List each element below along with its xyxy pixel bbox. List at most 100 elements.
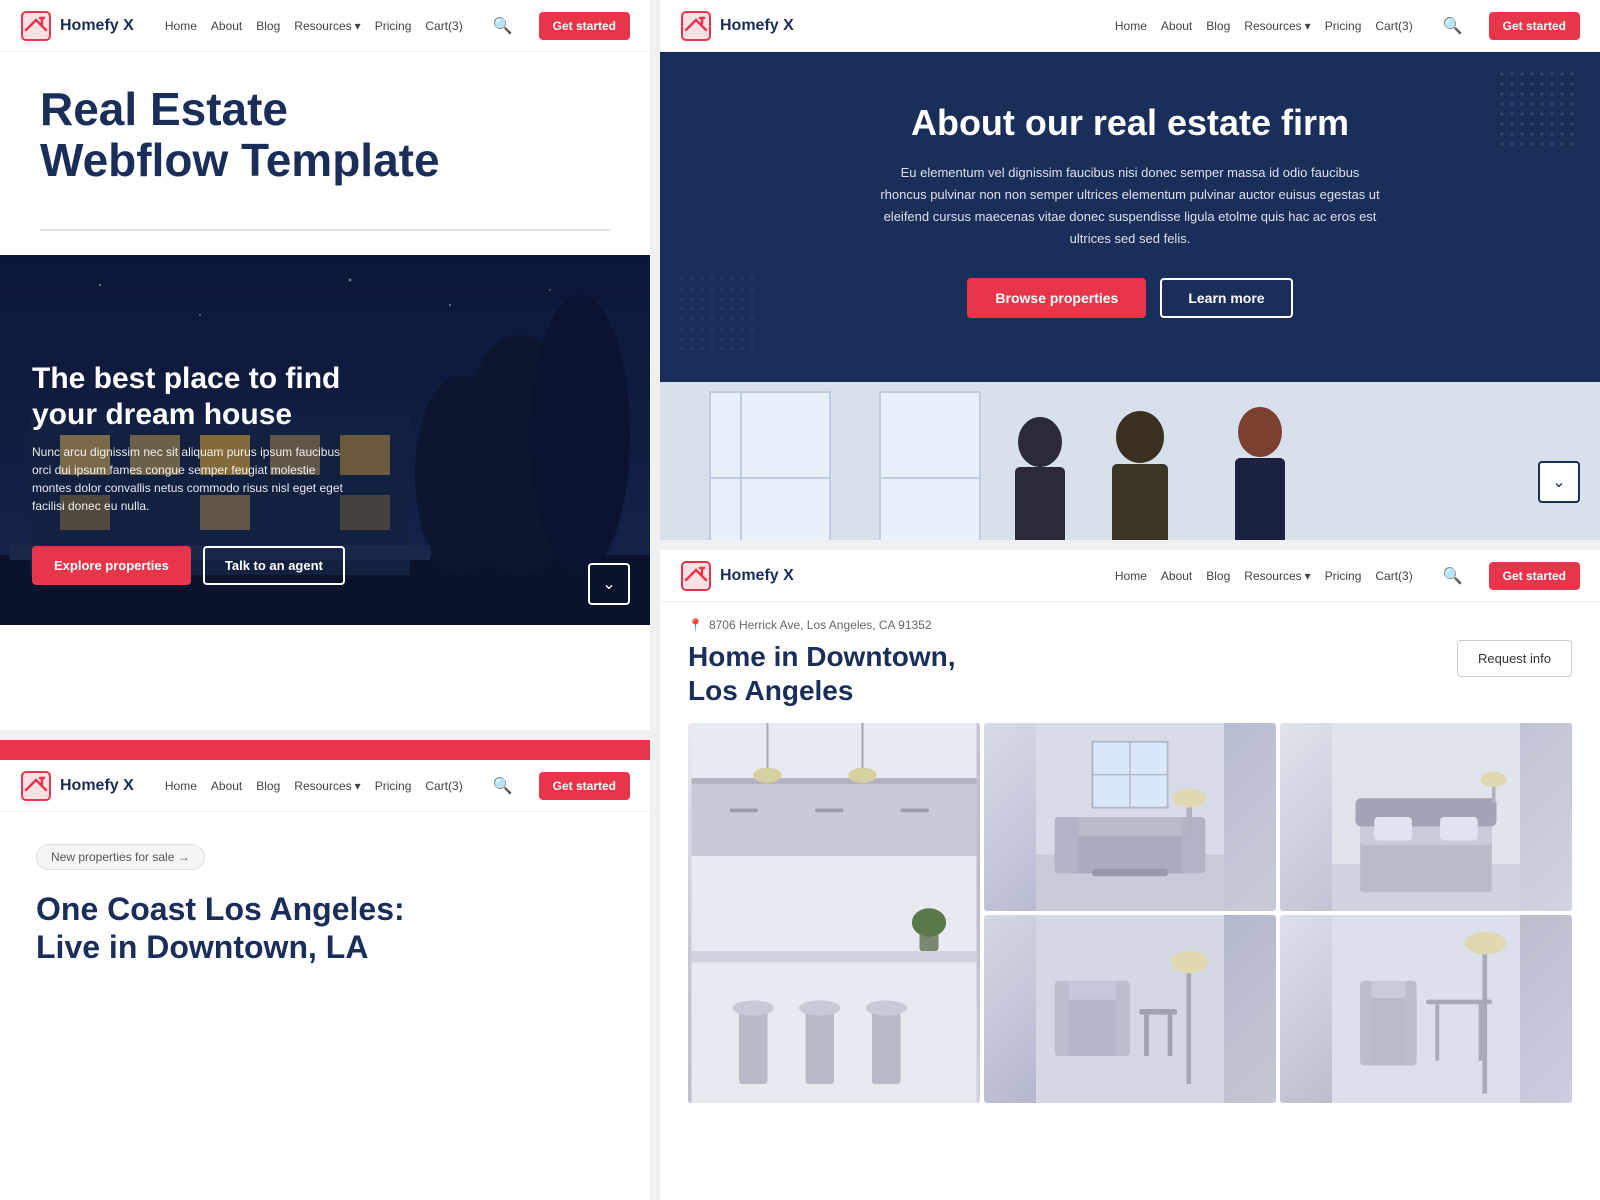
chevron-down-icon-4: ▾ <box>1305 569 1311 583</box>
explore-properties-btn[interactable]: Explore properties <box>32 546 191 585</box>
brand-name-4: Homefy X <box>720 567 794 585</box>
about-section: About our real estate firm Eu elementum … <box>660 52 1600 382</box>
property-image-bedroom[interactable] <box>1280 723 1572 911</box>
property-image-bath[interactable] <box>984 915 1276 1103</box>
get-started-btn-4[interactable]: Get started <box>1489 562 1580 590</box>
scroll-down-btn-1[interactable]: ⌄ <box>588 563 630 605</box>
nav-pricing-3[interactable]: Pricing <box>375 779 412 793</box>
hero-buttons: Explore properties Talk to an agent <box>32 546 345 585</box>
nav-about-1[interactable]: About <box>211 19 242 33</box>
nav-blog-3[interactable]: Blog <box>256 779 280 793</box>
nav-blog-1[interactable]: Blog <box>256 19 280 33</box>
hero-title-area: Real Estate Webflow Template <box>0 52 650 209</box>
property-image-living[interactable] <box>984 723 1276 911</box>
nav-about-3[interactable]: About <box>211 779 242 793</box>
logo-landing[interactable]: Homefy X <box>20 10 134 42</box>
nav-links-2: Home About Blog Resources ▾ Pricing Cart… <box>1115 12 1580 40</box>
logo-icon-4 <box>680 560 712 592</box>
search-icon-4[interactable]: 🔍 <box>1443 566 1463 586</box>
nav-home-1[interactable]: Home <box>165 19 197 33</box>
nav-about-4[interactable]: About <box>1161 569 1192 583</box>
brand-name-1: Homefy X <box>60 17 134 35</box>
logo-detail[interactable]: Homefy X <box>680 560 794 592</box>
new-properties-tag[interactable]: New properties for sale → <box>36 844 205 870</box>
dining-svg <box>1280 915 1572 1103</box>
title-divider <box>40 229 610 231</box>
panel-property-detail: Homefy X Home About Blog Resources ▾ Pri… <box>660 550 1600 1200</box>
learn-more-btn[interactable]: Learn more <box>1160 278 1292 318</box>
living-svg <box>984 723 1276 911</box>
nav-listing: Homefy X Home About Blog Resources ▾ Pri… <box>0 760 650 812</box>
nav-home-2[interactable]: Home <box>1115 19 1147 33</box>
nav-resources-2[interactable]: Resources ▾ <box>1244 19 1310 33</box>
nav-cart-4[interactable]: Cart(3) <box>1375 569 1412 583</box>
hero-image: The best place to find your dream house … <box>0 255 650 625</box>
property-image-dining[interactable] <box>1280 915 1572 1103</box>
nav-detail: Homefy X Home About Blog Resources ▾ Pri… <box>660 550 1600 602</box>
get-started-btn-1[interactable]: Get started <box>539 12 630 40</box>
logo-icon-2 <box>680 10 712 42</box>
search-icon-2[interactable]: 🔍 <box>1443 16 1463 36</box>
nav-cart-3[interactable]: Cart(3) <box>425 779 462 793</box>
chevron-down-icon-1: ▾ <box>355 19 361 33</box>
chevron-down-icon-about: ⌄ <box>1552 472 1565 492</box>
nav-links-3: Home About Blog Resources ▾ Pricing Cart… <box>165 772 630 800</box>
brand-name-2: Homefy X <box>720 17 794 35</box>
logo-about[interactable]: Homefy X <box>680 10 794 42</box>
pin-icon: 📍 <box>688 618 703 632</box>
nav-pricing-2[interactable]: Pricing <box>1325 19 1362 33</box>
nav-home-3[interactable]: Home <box>165 779 197 793</box>
property-title: Home in Downtown, Los Angeles <box>688 640 956 707</box>
hero-main-title: Real Estate Webflow Template <box>40 84 610 185</box>
nav-landing: Homefy X Home About Blog Resources ▾ Pri… <box>0 0 650 52</box>
bath-svg <box>984 915 1276 1103</box>
chevron-down-icon-hero: ⌄ <box>602 574 615 594</box>
nav-cart-2[interactable]: Cart(3) <box>1375 19 1412 33</box>
property-image-main[interactable] <box>688 723 980 1103</box>
nav-resources-3[interactable]: Resources ▾ <box>294 779 360 793</box>
hero-heading: The best place to find your dream house <box>32 361 352 433</box>
nav-links-1: Home About Blog Resources ▾ Pricing Cart… <box>165 12 630 40</box>
nav-about-2[interactable]: About <box>1161 19 1192 33</box>
chevron-down-icon-2: ▾ <box>1305 19 1311 33</box>
listing-title: One Coast Los Angeles: Live in Downtown,… <box>36 890 614 967</box>
get-started-btn-2[interactable]: Get started <box>1489 12 1580 40</box>
logo-listing[interactable]: Homefy X <box>20 770 134 802</box>
property-address: 📍 8706 Herrick Ave, Los Angeles, CA 9135… <box>688 618 1572 632</box>
panel-listing: Homefy X Home About Blog Resources ▾ Pri… <box>0 740 650 1200</box>
logo-icon-3 <box>20 770 52 802</box>
nav-home-4[interactable]: Home <box>1115 569 1147 583</box>
logo-icon <box>20 10 52 42</box>
kitchen-svg <box>688 723 980 1103</box>
nav-links-4: Home About Blog Resources ▾ Pricing Cart… <box>1115 562 1580 590</box>
panel-landing: Homefy X Home About Blog Resources ▾ Pri… <box>0 0 650 730</box>
about-people-svg <box>660 382 1600 540</box>
get-started-btn-3[interactable]: Get started <box>539 772 630 800</box>
nav-pricing-1[interactable]: Pricing <box>375 19 412 33</box>
listing-red-bar <box>0 740 650 760</box>
search-icon-1[interactable]: 🔍 <box>493 16 513 36</box>
nav-resources-1[interactable]: Resources ▾ <box>294 19 360 33</box>
brand-name-3: Homefy X <box>60 777 134 795</box>
property-images-grid <box>660 723 1600 1123</box>
scroll-down-btn-about[interactable]: ⌄ <box>1538 461 1580 503</box>
dots-pattern-top <box>1500 72 1580 157</box>
search-icon-3[interactable]: 🔍 <box>493 776 513 796</box>
talk-agent-btn[interactable]: Talk to an agent <box>203 546 345 585</box>
listing-content: New properties for sale → One Coast Los … <box>0 812 650 999</box>
request-info-btn[interactable]: Request info <box>1457 640 1572 677</box>
bedroom-svg <box>1280 723 1572 911</box>
nav-cart-1[interactable]: Cart(3) <box>425 19 462 33</box>
nav-resources-4[interactable]: Resources ▾ <box>1244 569 1310 583</box>
panel-about: Homefy X Home About Blog Resources ▾ Pri… <box>660 0 1600 540</box>
nav-blog-2[interactable]: Blog <box>1206 19 1230 33</box>
about-buttons: Browse properties Learn more <box>740 278 1520 318</box>
property-header: 📍 8706 Herrick Ave, Los Angeles, CA 9135… <box>660 602 1600 707</box>
about-desc: Eu elementum vel dignissim faucibus nisi… <box>880 162 1380 250</box>
chevron-down-icon-3: ▾ <box>355 779 361 793</box>
about-image-strip: ⌄ <box>660 382 1600 540</box>
nav-pricing-4[interactable]: Pricing <box>1325 569 1362 583</box>
nav-blog-4[interactable]: Blog <box>1206 569 1230 583</box>
browse-properties-btn[interactable]: Browse properties <box>967 278 1146 318</box>
hero-body-text: Nunc arcu dignissim nec sit aliquam puru… <box>32 443 352 515</box>
